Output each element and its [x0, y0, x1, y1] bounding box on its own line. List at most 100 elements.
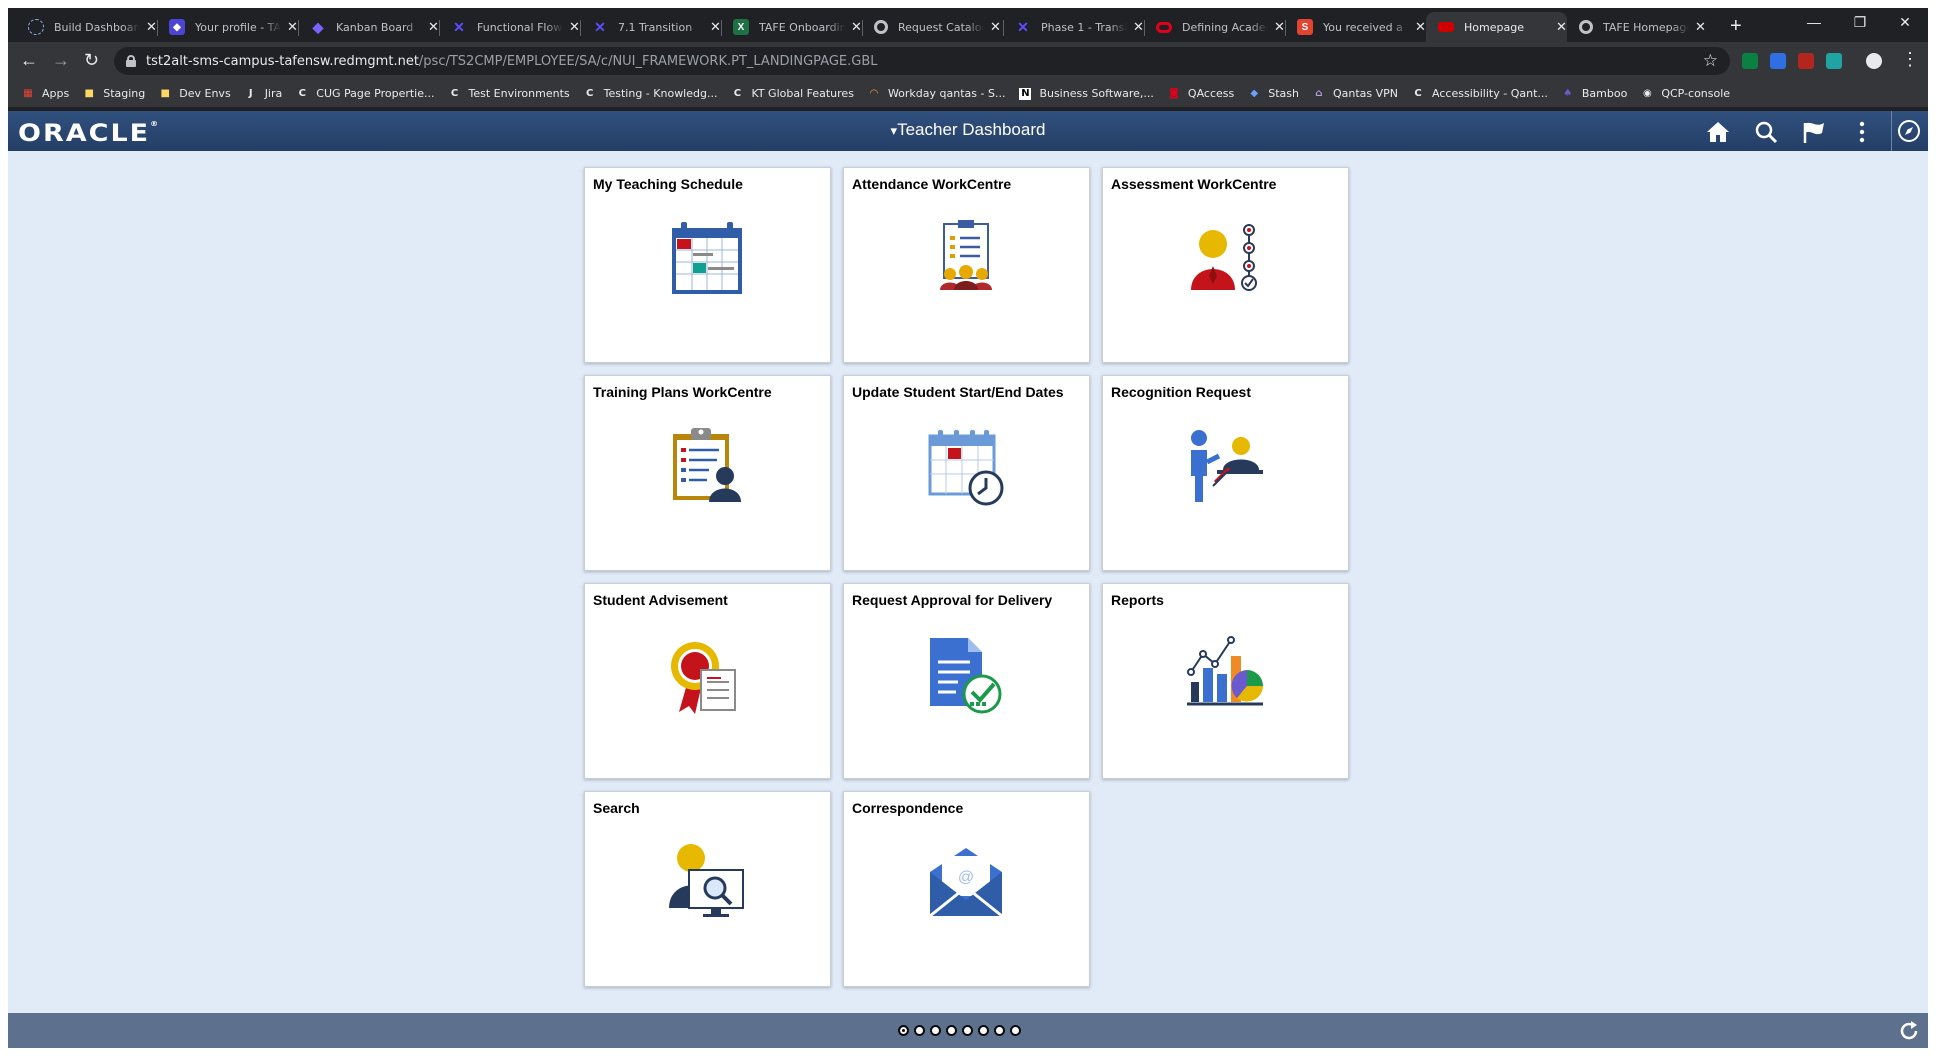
- bookmarks-bar: ▦ Apps ■ Staging ■ Dev Envs J Jira C CUG Page…: [8, 80, 1928, 108]
- close-tab-icon[interactable]: ✕: [146, 19, 157, 35]
- more-icon[interactable]: [1849, 119, 1875, 145]
- tile-update-student-start-end-dates[interactable]: Update Student Start/End Dates: [843, 375, 1090, 571]
- browser-tab[interactable]: X TAFE Onboarding ✕: [721, 12, 863, 42]
- extension-icon[interactable]: [1742, 53, 1758, 69]
- bookmark-item[interactable]: C CUG Page Propertie...: [296, 87, 435, 100]
- browser-tab[interactable]: Defining Academic✕: [1144, 12, 1286, 42]
- bookmark-item[interactable]: ▦ Apps: [22, 87, 69, 100]
- profile-avatar-icon[interactable]: [1866, 53, 1882, 69]
- bookmark-item[interactable]: C KT Global Features: [731, 87, 854, 100]
- browser-tab[interactable]: ◆Your profile - TAFE✕: [157, 12, 299, 42]
- svg-text:@: @: [958, 869, 974, 886]
- new-tab-button[interactable]: +: [1730, 16, 1742, 36]
- close-tab-icon[interactable]: ✕: [1415, 19, 1426, 35]
- bookmark-item[interactable]: J Jira: [245, 87, 282, 100]
- bookmark-item[interactable]: ♠ Bamboo: [1562, 87, 1627, 100]
- page-footer: [8, 1013, 1928, 1048]
- close-tab-icon[interactable]: ✕: [1556, 19, 1567, 35]
- tile-correspondence[interactable]: Correspondence @: [843, 791, 1090, 987]
- navbar-compass-icon[interactable]: [1891, 111, 1925, 151]
- browser-tab[interactable]: ✕Phase 1 - Transition✕: [1003, 12, 1145, 42]
- forward-icon[interactable]: →: [52, 51, 70, 69]
- bookmark-item[interactable]: ◙ QAccess: [1168, 87, 1234, 100]
- tile-my-teaching-schedule[interactable]: My Teaching Schedule: [584, 167, 831, 363]
- oracle-icon: [1156, 21, 1172, 33]
- browser-tab[interactable]: ✕ Functional Flow ✕: [439, 12, 581, 42]
- close-tab-icon[interactable]: ✕: [1274, 19, 1285, 35]
- dashboard-title-dropdown[interactable]: ▾Teacher Dashboard: [8, 120, 1928, 140]
- bookmark-item[interactable]: ◠ Workday qantas - S...: [868, 87, 1005, 100]
- refresh-icon[interactable]: [1898, 1020, 1920, 1047]
- apps-grid-icon: ▦: [23, 87, 33, 99]
- bookmark-item[interactable]: ■ Staging: [83, 87, 146, 100]
- bookmark-item[interactable]: ◉ QCP-console: [1641, 87, 1730, 100]
- close-tab-icon[interactable]: ✕: [710, 19, 721, 35]
- confluence-icon: C: [1414, 87, 1422, 99]
- tile-assessment-workcentre[interactable]: Assessment WorkCentre: [1102, 167, 1349, 363]
- close-tab-icon[interactable]: ✕: [1133, 19, 1144, 35]
- browser-tab[interactable]: Request Catalog ✕: [862, 12, 1004, 42]
- lock-icon: [126, 55, 136, 67]
- address-bar[interactable]: tst2alt-sms-campus-tafensw.redmgmt.net/p…: [114, 47, 1730, 75]
- ublock-icon[interactable]: [1798, 53, 1814, 69]
- close-tab-icon[interactable]: ✕: [851, 19, 862, 35]
- bookmark-item[interactable]: ⌂ Qantas VPN: [1313, 87, 1398, 100]
- notion-icon: N: [1019, 87, 1032, 100]
- back-icon[interactable]: ←: [20, 51, 38, 69]
- tile-attendance-workcentre[interactable]: Attendance WorkCentre: [843, 167, 1090, 363]
- browser-tab[interactable]: ◆ Kanban Board ✕: [298, 12, 440, 42]
- tile-recognition-request[interactable]: Recognition Request: [1102, 375, 1349, 571]
- flag-icon[interactable]: [1801, 119, 1827, 145]
- bookmark-item[interactable]: C Test Environments: [449, 87, 570, 100]
- page-dot[interactable]: [914, 1025, 925, 1036]
- bookmark-item[interactable]: C Accessibility - Qant...: [1412, 87, 1548, 100]
- bookmark-item[interactable]: ■ Dev Envs: [159, 87, 231, 100]
- close-tab-icon[interactable]: ✕: [428, 19, 439, 35]
- url-host: tst2alt-sms-campus-tafensw.redmgmt.net: [146, 53, 419, 69]
- bookmark-item[interactable]: C Testing - Knowledg...: [584, 87, 718, 100]
- folder-icon: ■: [160, 87, 170, 99]
- tile-student-advisement[interactable]: Student Advisement: [584, 583, 831, 779]
- home-icon[interactable]: [1705, 119, 1731, 145]
- browser-tab-active[interactable]: Homepage ✕: [1426, 12, 1567, 42]
- bookmark-item[interactable]: ◆ Stash: [1248, 87, 1299, 100]
- homepage-icon: [1438, 22, 1454, 32]
- close-tab-icon[interactable]: ✕: [1695, 19, 1706, 35]
- extension-icon[interactable]: [1826, 53, 1842, 69]
- close-tab-icon[interactable]: ✕: [990, 19, 1001, 35]
- teaching-schedule-icon: [672, 222, 742, 294]
- tile-reports[interactable]: Reports: [1102, 583, 1349, 779]
- page-dot[interactable]: [1010, 1025, 1021, 1036]
- page-dot[interactable]: [962, 1025, 973, 1036]
- stash-icon: ◆: [1250, 87, 1259, 99]
- profile-icon: ◆: [169, 19, 185, 35]
- browser-tab[interactable]: Build Dashboard ✕: [16, 12, 158, 42]
- close-window-icon[interactable]: ✕: [1882, 14, 1928, 31]
- qcp-icon: ◉: [1642, 87, 1652, 99]
- tile-request-approval-for-delivery[interactable]: Request Approval for Delivery: [843, 583, 1090, 779]
- s-icon: S: [1297, 19, 1313, 35]
- page-dot[interactable]: [930, 1025, 941, 1036]
- extension-icon[interactable]: [1770, 53, 1786, 69]
- browser-menu-icon[interactable]: ⋮: [1901, 50, 1919, 68]
- page-dot[interactable]: [978, 1025, 989, 1036]
- request-icon: [1579, 20, 1593, 34]
- browser-tab[interactable]: S You received a ✕: [1285, 12, 1427, 42]
- confluence-icon: C: [585, 87, 594, 99]
- tile-search[interactable]: Search: [584, 791, 831, 987]
- reload-icon[interactable]: ↻: [84, 51, 99, 69]
- tile-training-plans-workcentre[interactable]: Training Plans WorkCentre: [584, 375, 831, 571]
- page-dot[interactable]: [946, 1025, 957, 1036]
- browser-tab[interactable]: TAFE Homepage ✕: [1567, 12, 1708, 42]
- browser-toolbar: ← → ↻ tst2alt-sms-campus-tafensw.redmgmt…: [8, 42, 1928, 80]
- page-dot[interactable]: [898, 1025, 909, 1036]
- browser-tab[interactable]: ✕ 7.1 Transition ✕: [580, 12, 722, 42]
- minimize-icon[interactable]: —: [1791, 14, 1837, 30]
- page-dot[interactable]: [994, 1025, 1005, 1036]
- bookmark-item[interactable]: N Business Software,...: [1019, 87, 1154, 100]
- search-icon[interactable]: [1753, 119, 1779, 145]
- bookmark-star-icon[interactable]: ☆: [1703, 51, 1718, 71]
- close-tab-icon[interactable]: ✕: [569, 19, 580, 35]
- close-tab-icon[interactable]: ✕: [287, 19, 298, 35]
- restore-icon[interactable]: ❐: [1837, 14, 1883, 31]
